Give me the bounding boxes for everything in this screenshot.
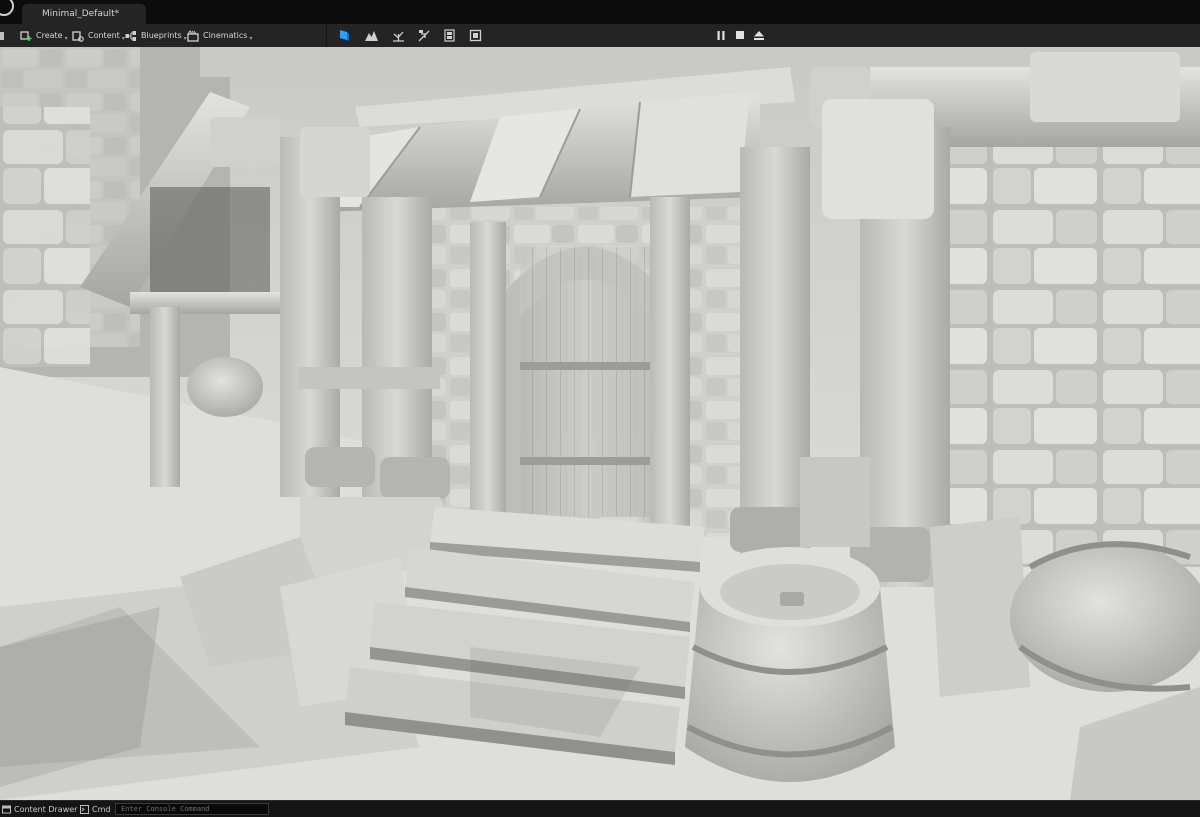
unreal-logo-icon[interactable]: [0, 0, 14, 16]
save-button[interactable]: [0, 28, 10, 43]
level-viewport[interactable]: [0, 47, 1200, 800]
cinematics-label: Cinematics: [203, 31, 248, 40]
content-drawer-button[interactable]: Content Drawer: [2, 803, 77, 815]
select-mode-icon[interactable]: [337, 28, 351, 42]
stop-button[interactable]: [733, 28, 747, 42]
create-dropdown-icon: ▾: [64, 34, 68, 42]
content-label: Content: [88, 31, 120, 40]
eject-icon: [754, 30, 764, 40]
pause-button[interactable]: [714, 28, 728, 42]
mesh-paint-mode-icon[interactable]: [417, 28, 431, 42]
level-tab-label: Minimal_Default*: [42, 9, 120, 19]
stop-icon: [736, 31, 744, 39]
content-drawer-label: Content Drawer: [14, 804, 78, 814]
terminal-icon: [80, 804, 89, 814]
content-button[interactable]: Content ▾: [72, 28, 125, 43]
landscape-mode-icon[interactable]: [364, 28, 378, 42]
create-button[interactable]: Create ▾: [20, 28, 68, 43]
save-icon: [0, 31, 4, 40]
main-toolbar: Create ▾ Content ▾ Blueprints ▾ Cinemati…: [0, 24, 1200, 48]
level-tab[interactable]: Minimal_Default*: [22, 4, 146, 24]
modeling-mode-icon[interactable]: [468, 28, 482, 42]
console-command-input[interactable]: [115, 803, 269, 815]
cinematics-icon: [187, 29, 199, 42]
status-bar: Content Drawer Cmd: [0, 800, 1200, 817]
cmd-button[interactable]: Cmd: [80, 803, 110, 815]
blueprints-label: Blueprints: [141, 31, 182, 40]
cmd-label: Cmd: [92, 804, 111, 814]
blueprints-icon: [125, 30, 136, 41]
create-label: Create: [36, 31, 63, 40]
cinematics-button[interactable]: Cinematics ▾: [187, 28, 252, 43]
content-drawer-icon: [2, 805, 11, 813]
toolbar-divider: [326, 24, 327, 47]
pause-icon: [717, 30, 725, 40]
cinematics-dropdown-icon: ▾: [249, 34, 253, 42]
viewport-scene: [0, 47, 1200, 800]
title-bar: Minimal_Default*: [0, 0, 1200, 25]
content-icon: [72, 30, 84, 42]
eject-button[interactable]: [752, 28, 766, 42]
create-icon: [20, 30, 32, 41]
foliage-mode-icon[interactable]: [391, 28, 405, 42]
fracture-mode-icon[interactable]: [442, 28, 456, 42]
blueprints-button[interactable]: Blueprints ▾: [125, 28, 187, 43]
